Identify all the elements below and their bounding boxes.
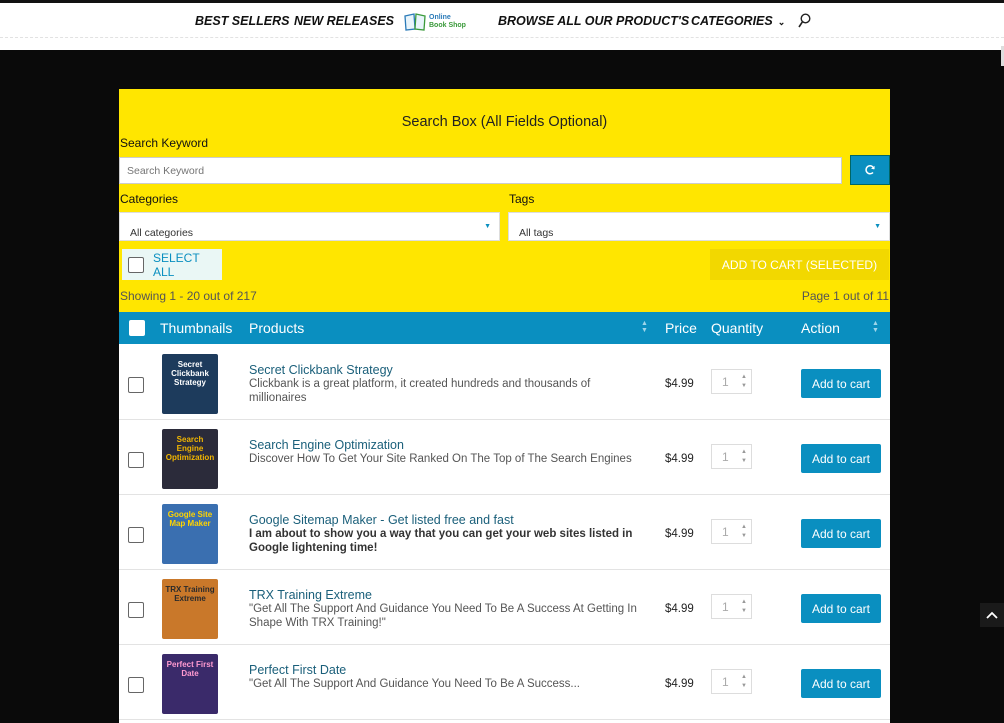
product-price: $4.99 xyxy=(665,603,694,615)
product-description: "Get All The Support And Guidance You Ne… xyxy=(249,603,637,629)
product-description: Discover How To Get Your Site Ranked On … xyxy=(249,453,632,465)
table-row: Secret Clickbank Strategy Secret Clickba… xyxy=(119,345,890,420)
main-nav: BEST SELLERS NEW RELEASES Online Book Sh… xyxy=(0,12,1004,34)
search-panel: Search Box (All Fields Optional) Search … xyxy=(119,89,890,312)
nav-new-releases[interactable]: NEW RELEASES xyxy=(294,12,394,30)
product-table: Thumbnails Products ▲ ▼ Price Quantity Ac… xyxy=(119,312,890,723)
product-description: "Get All The Support And Guidance You Ne… xyxy=(249,678,580,690)
search-icon[interactable] xyxy=(798,13,812,29)
categories-select[interactable]: All categories ▼ xyxy=(119,212,500,241)
table-header: Thumbnails Products ▲ ▼ Price Quantity Ac… xyxy=(119,312,890,344)
caret-down-icon: ▼ xyxy=(874,223,881,230)
product-thumbnail[interactable]: Secret Clickbank Strategy xyxy=(162,354,218,414)
select-all-checkbox[interactable] xyxy=(128,256,144,273)
categories-label: Categories xyxy=(120,192,179,206)
product-price: $4.99 xyxy=(665,678,694,690)
search-panel-title: Search Box (All Fields Optional) xyxy=(401,114,608,130)
nav-categories-label: CATEGORIES xyxy=(691,14,773,28)
product-name[interactable]: Google Sitemap Maker - Get listed free a… xyxy=(249,513,514,527)
quantity-stepper[interactable]: 1 ▲ ▼ xyxy=(711,519,752,544)
add-to-cart-button[interactable]: Add to cart xyxy=(801,669,881,698)
add-to-cart-button[interactable]: Add to cart xyxy=(801,519,881,548)
nav-browse-all[interactable]: BROWSE ALL OUR PRODUCT'S xyxy=(498,12,689,30)
tags-label: Tags xyxy=(509,192,535,206)
row-checkbox[interactable] xyxy=(128,452,144,468)
product-thumbnail[interactable]: TRX Training Extreme xyxy=(162,579,218,639)
select-all-toggle[interactable]: SELECT ALL xyxy=(122,249,222,280)
categories-value: All categories xyxy=(130,227,194,239)
row-checkbox[interactable] xyxy=(128,377,144,393)
search-keyword-input[interactable] xyxy=(119,157,842,184)
tags-select[interactable]: All tags ▼ xyxy=(508,212,890,241)
keyword-label: Search Keyword xyxy=(120,136,209,150)
stepper-arrows-icon[interactable]: ▲ ▼ xyxy=(741,673,747,691)
header-price[interactable]: Price xyxy=(665,320,697,336)
product-name[interactable]: Secret Clickbank Strategy xyxy=(249,363,393,377)
refresh-icon xyxy=(865,165,875,175)
table-row: TRX Training Extreme TRX Training Extrem… xyxy=(119,570,890,645)
stepper-arrows-icon[interactable]: ▲ ▼ xyxy=(741,523,747,541)
header-products[interactable]: Products xyxy=(249,320,304,336)
stepper-arrows-icon[interactable]: ▲ ▼ xyxy=(741,598,747,616)
add-to-cart-button[interactable]: Add to cart xyxy=(801,444,881,473)
refresh-button[interactable] xyxy=(850,155,890,185)
back-to-top-button[interactable] xyxy=(980,603,1004,627)
product-thumbnail[interactable]: Search Engine Optimization xyxy=(162,429,218,489)
quantity-stepper[interactable]: 1 ▲ ▼ xyxy=(711,669,752,694)
product-thumbnail[interactable]: Google Site Map Maker xyxy=(162,504,218,564)
chevron-down-icon: ⌄ xyxy=(777,17,786,27)
select-all-label: SELECT ALL xyxy=(153,250,200,279)
logo-line-2: Book Shop xyxy=(429,22,466,29)
table-row: Google Site Map Maker Google Sitemap Mak… xyxy=(119,495,890,570)
product-name[interactable]: TRX Training Extreme xyxy=(249,588,372,602)
table-row: Search Engine Optimization Search Engine… xyxy=(119,420,890,495)
nav-categories[interactable]: CATEGORIES ⌄ xyxy=(691,12,785,31)
tags-value: All tags xyxy=(519,227,554,239)
stepper-arrows-icon[interactable]: ▲ ▼ xyxy=(741,448,747,466)
nav-best-sellers[interactable]: BEST SELLERS xyxy=(195,12,289,30)
product-price: $4.99 xyxy=(665,378,694,390)
product-description: Clickbank is a great platform, it create… xyxy=(249,378,591,404)
quantity-stepper[interactable]: 1 ▲ ▼ xyxy=(711,369,752,394)
add-to-cart-button[interactable]: Add to cart xyxy=(801,594,881,623)
product-name[interactable]: Perfect First Date xyxy=(249,663,346,677)
page-info: Page 1 out of 11 xyxy=(801,289,889,303)
product-name[interactable]: Search Engine Optimization xyxy=(249,438,404,452)
row-checkbox[interactable] xyxy=(128,527,144,543)
quantity-stepper[interactable]: 1 ▲ ▼ xyxy=(711,444,752,469)
sort-icon[interactable]: ▲ ▼ xyxy=(641,320,648,334)
results-count: Showing 1 - 20 out of 217 xyxy=(120,289,257,303)
product-price: $4.99 xyxy=(665,528,694,540)
stepper-arrows-icon[interactable]: ▲ ▼ xyxy=(741,373,747,391)
add-selected-button[interactable]: ADD TO CART (SELECTED) xyxy=(710,249,889,280)
row-checkbox[interactable] xyxy=(128,677,144,693)
caret-down-icon: ▼ xyxy=(484,223,491,230)
site-logo[interactable]: Online Book Shop xyxy=(404,10,474,34)
header-thumbnails: Thumbnails xyxy=(160,320,233,336)
product-thumbnail[interactable]: Perfect First Date xyxy=(162,654,218,714)
arrow-up-icon xyxy=(986,611,998,619)
nav-divider xyxy=(0,37,1004,49)
header-quantity: Quantity xyxy=(711,320,764,336)
book-logo-icon xyxy=(404,13,426,31)
quantity-stepper[interactable]: 1 ▲ ▼ xyxy=(711,594,752,619)
header-action: Action xyxy=(801,320,840,336)
top-navigation-bar: BEST SELLERS NEW RELEASES Online Book Sh… xyxy=(0,0,1004,50)
logo-line-1: Online xyxy=(429,14,451,21)
sort-icon[interactable]: ▲ ▼ xyxy=(872,320,879,334)
table-row: Perfect First Date Perfect First Date "G… xyxy=(119,645,890,720)
row-checkbox[interactable] xyxy=(128,602,144,618)
product-price: $4.99 xyxy=(665,453,694,465)
header-checkbox[interactable] xyxy=(129,320,145,336)
product-description: I am about to show you a way that you ca… xyxy=(249,528,633,554)
add-to-cart-button[interactable]: Add to cart xyxy=(801,369,881,398)
